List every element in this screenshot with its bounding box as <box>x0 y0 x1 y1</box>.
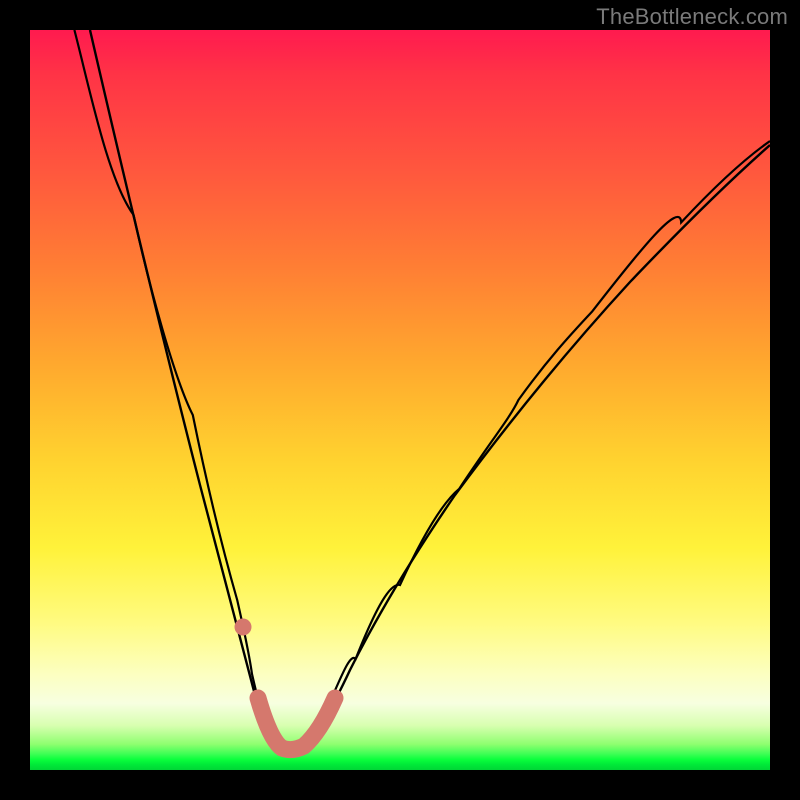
watermark-text: TheBottleneck.com <box>596 4 788 30</box>
plot-area <box>30 30 770 770</box>
chart-frame: TheBottleneck.com <box>0 0 800 800</box>
curve-layer <box>30 30 770 770</box>
highlight-dot <box>235 619 252 636</box>
bottleneck-curve-render <box>90 30 770 750</box>
bottleneck-curve <box>74 30 770 748</box>
highlight-band <box>258 698 335 750</box>
